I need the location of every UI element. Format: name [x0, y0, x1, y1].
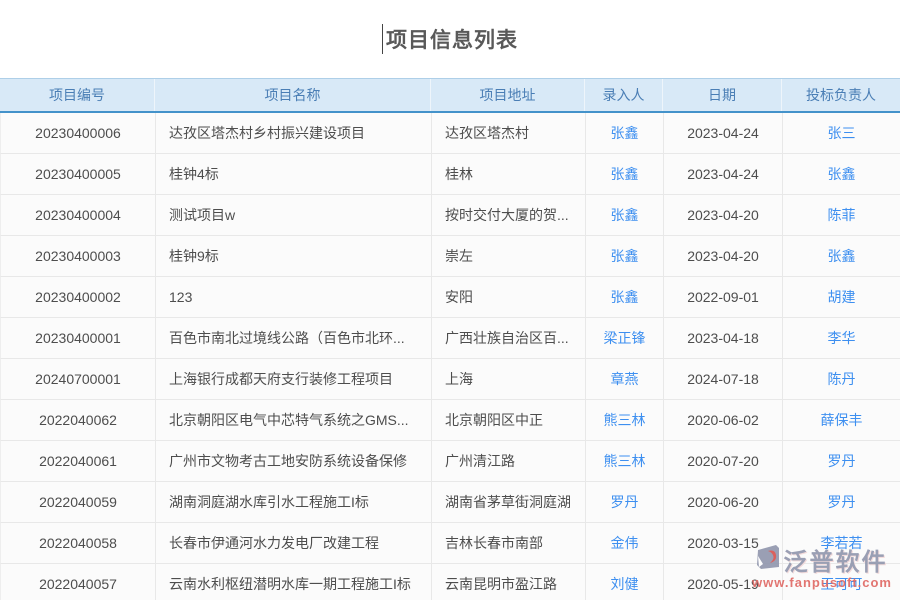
entered-by-link[interactable]: 章燕: [586, 359, 664, 399]
project-address-cell: 湖南省茅草街洞庭湖: [432, 482, 586, 522]
date-cell: 2023-04-20: [664, 195, 783, 235]
project-address-cell: 崇左: [432, 236, 586, 276]
project-number-cell: 20230400003: [1, 236, 156, 276]
entered-by-link[interactable]: 张鑫: [586, 113, 664, 153]
date-cell: 2020-06-02: [664, 400, 783, 440]
entered-by-link[interactable]: 金伟: [586, 523, 664, 563]
entered-by-link[interactable]: 张鑫: [586, 154, 664, 194]
project-name-cell: 测试项目w: [156, 195, 432, 235]
page-title: 项目信息列表: [386, 24, 518, 54]
bid-manager-link[interactable]: 王可可: [783, 564, 900, 600]
project-address-cell: 安阳: [432, 277, 586, 317]
project-number-cell: 2022040061: [1, 441, 156, 481]
project-name-cell: 长春市伊通河水力发电厂改建工程: [156, 523, 432, 563]
column-header-project-number: 项目编号: [0, 79, 155, 111]
project-name-cell: 上海银行成都天府支行装修工程项目: [156, 359, 432, 399]
project-name-cell: 桂钟9标: [156, 236, 432, 276]
date-cell: 2023-04-20: [664, 236, 783, 276]
column-header-project-name: 项目名称: [155, 79, 431, 111]
column-header-date: 日期: [663, 79, 782, 111]
project-address-cell: 云南昆明市盈江路: [432, 564, 586, 600]
table-row: 2022040058长春市伊通河水力发电厂改建工程吉林长春市南部金伟2020-0…: [0, 523, 900, 564]
project-name-cell: 达孜区塔杰村乡村振兴建设项目: [156, 113, 432, 153]
entered-by-link[interactable]: 梁正锋: [586, 318, 664, 358]
date-cell: 2020-06-20: [664, 482, 783, 522]
project-number-cell: 2022040057: [1, 564, 156, 600]
column-header-entered-by: 录入人: [585, 79, 663, 111]
table-row: 20230400001百色市南北过境线公路（百色市北环...广西壮族自治区百..…: [0, 318, 900, 359]
project-address-cell: 吉林长春市南部: [432, 523, 586, 563]
bid-manager-link[interactable]: 罗丹: [783, 441, 900, 481]
column-header-bid-manager: 投标负责人: [782, 79, 900, 111]
bid-manager-link[interactable]: 陈丹: [783, 359, 900, 399]
bid-manager-link[interactable]: 李华: [783, 318, 900, 358]
entered-by-link[interactable]: 张鑫: [586, 277, 664, 317]
text-cursor: [382, 24, 383, 54]
date-cell: 2023-04-24: [664, 113, 783, 153]
bid-manager-link[interactable]: 张三: [783, 113, 900, 153]
project-address-cell: 广州清江路: [432, 441, 586, 481]
bid-manager-link[interactable]: 罗丹: [783, 482, 900, 522]
bid-manager-link[interactable]: 张鑫: [783, 154, 900, 194]
project-name-cell: 123: [156, 277, 432, 317]
project-number-cell: 20230400004: [1, 195, 156, 235]
table-row: 20230400005桂钟4标桂林张鑫2023-04-24张鑫: [0, 154, 900, 195]
project-number-cell: 2022040062: [1, 400, 156, 440]
project-number-cell: 2022040058: [1, 523, 156, 563]
table-row: 2022040061广州市文物考古工地安防系统设备保修广州清江路熊三林2020-…: [0, 441, 900, 482]
table-row: 20230400004测试项目w按时交付大厦的贺...张鑫2023-04-20陈…: [0, 195, 900, 236]
bid-manager-link[interactable]: 李若若: [783, 523, 900, 563]
date-cell: 2023-04-24: [664, 154, 783, 194]
project-table: 项目编号 项目名称 项目地址 录入人 日期 投标负责人 20230400006达…: [0, 78, 900, 600]
table-row: 2022040057云南水利枢纽潜明水库一期工程施工I标云南昆明市盈江路刘健20…: [0, 564, 900, 600]
project-name-cell: 桂钟4标: [156, 154, 432, 194]
entered-by-link[interactable]: 张鑫: [586, 195, 664, 235]
date-cell: 2023-04-18: [664, 318, 783, 358]
date-cell: 2020-03-15: [664, 523, 783, 563]
project-name-cell: 百色市南北过境线公路（百色市北环...: [156, 318, 432, 358]
project-name-cell: 云南水利枢纽潜明水库一期工程施工I标: [156, 564, 432, 600]
project-number-cell: 20230400006: [1, 113, 156, 153]
project-number-cell: 20230400002: [1, 277, 156, 317]
entered-by-link[interactable]: 熊三林: [586, 400, 664, 440]
date-cell: 2020-05-19: [664, 564, 783, 600]
column-header-project-address: 项目地址: [431, 79, 585, 111]
entered-by-link[interactable]: 张鑫: [586, 236, 664, 276]
table-row: 20230400003桂钟9标崇左张鑫2023-04-20张鑫: [0, 236, 900, 277]
project-address-cell: 上海: [432, 359, 586, 399]
project-number-cell: 2022040059: [1, 482, 156, 522]
entered-by-link[interactable]: 罗丹: [586, 482, 664, 522]
table-row: 2022040062北京朝阳区电气中芯特气系统之GMS...北京朝阳区中正熊三林…: [0, 400, 900, 441]
table-body: 20230400006达孜区塔杰村乡村振兴建设项目达孜区塔杰村张鑫2023-04…: [0, 113, 900, 600]
date-cell: 2024-07-18: [664, 359, 783, 399]
table-row: 2022040059湖南洞庭湖水库引水工程施工I标湖南省茅草街洞庭湖罗丹2020…: [0, 482, 900, 523]
project-address-cell: 北京朝阳区中正: [432, 400, 586, 440]
bid-manager-link[interactable]: 张鑫: [783, 236, 900, 276]
date-cell: 2022-09-01: [664, 277, 783, 317]
project-number-cell: 20230400005: [1, 154, 156, 194]
bid-manager-link[interactable]: 薛保丰: [783, 400, 900, 440]
date-cell: 2020-07-20: [664, 441, 783, 481]
project-address-cell: 按时交付大厦的贺...: [432, 195, 586, 235]
table-row: 20240700001上海银行成都天府支行装修工程项目上海章燕2024-07-1…: [0, 359, 900, 400]
project-name-cell: 广州市文物考古工地安防系统设备保修: [156, 441, 432, 481]
project-address-cell: 桂林: [432, 154, 586, 194]
title-bar: 项目信息列表: [0, 0, 900, 78]
project-address-cell: 达孜区塔杰村: [432, 113, 586, 153]
table-row: 20230400002123安阳张鑫2022-09-01胡建: [0, 277, 900, 318]
bid-manager-link[interactable]: 胡建: [783, 277, 900, 317]
project-name-cell: 湖南洞庭湖水库引水工程施工I标: [156, 482, 432, 522]
table-header-row: 项目编号 项目名称 项目地址 录入人 日期 投标负责人: [0, 79, 900, 113]
project-address-cell: 广西壮族自治区百...: [432, 318, 586, 358]
project-name-cell: 北京朝阳区电气中芯特气系统之GMS...: [156, 400, 432, 440]
table-row: 20230400006达孜区塔杰村乡村振兴建设项目达孜区塔杰村张鑫2023-04…: [0, 113, 900, 154]
project-number-cell: 20240700001: [1, 359, 156, 399]
entered-by-link[interactable]: 熊三林: [586, 441, 664, 481]
entered-by-link[interactable]: 刘健: [586, 564, 664, 600]
project-number-cell: 20230400001: [1, 318, 156, 358]
bid-manager-link[interactable]: 陈菲: [783, 195, 900, 235]
